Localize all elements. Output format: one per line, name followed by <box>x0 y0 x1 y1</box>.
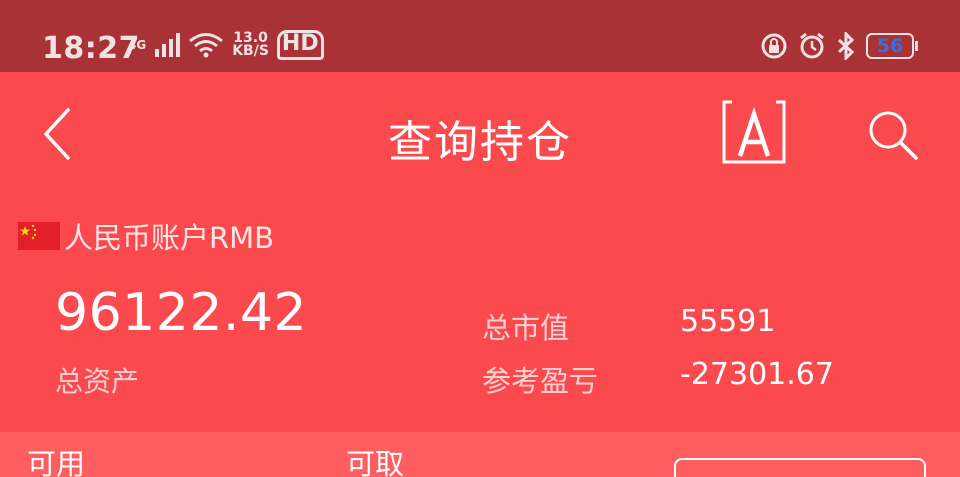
page-title: 查询持仓 <box>388 117 572 168</box>
total-assets-value: 96122.42 <box>55 283 308 343</box>
battery-icon: 56 <box>866 33 918 59</box>
net-speed: 13.0 KB/S <box>232 31 269 59</box>
alarm-icon <box>800 32 824 59</box>
rotation-lock-icon <box>761 33 787 59</box>
status-left-icons: 4G 13.0 KB/S HD <box>128 30 324 60</box>
status-time: 18:27 <box>42 31 140 66</box>
withdrawable-label: 可取 <box>346 447 405 477</box>
hd-icon: HD <box>276 30 324 60</box>
total-assets-label: 总资产 <box>55 365 140 398</box>
account-selector[interactable]: 人民币账户RMB <box>18 215 274 257</box>
market-value: 55591 <box>680 304 776 339</box>
funds-action-button[interactable] <box>674 458 926 477</box>
font-size-icon[interactable] <box>722 100 786 164</box>
status-right-icons: 56 <box>760 32 918 60</box>
pnl-label: 参考盈亏 <box>482 364 599 398</box>
available-label: 可用 <box>27 447 86 477</box>
account-name: 人民币账户RMB <box>64 221 275 255</box>
market-value-label: 总市值 <box>482 311 570 345</box>
title-bar: 查询持仓 <box>0 72 960 192</box>
net-speed-unit: KB/S <box>232 43 269 59</box>
status-bar: 18:27 4G 13.0 KB/S HD 56 <box>0 0 960 72</box>
battery-level: 56 <box>866 33 914 59</box>
pnl-value: -27301.67 <box>680 357 834 392</box>
battery-tip <box>915 41 918 51</box>
network-type-icon: 4G <box>128 38 147 52</box>
wifi-icon <box>189 33 224 58</box>
signal-icon <box>155 33 181 57</box>
china-flag-icon <box>18 222 60 250</box>
bluetooth-icon <box>837 32 855 60</box>
search-icon[interactable] <box>864 106 920 162</box>
